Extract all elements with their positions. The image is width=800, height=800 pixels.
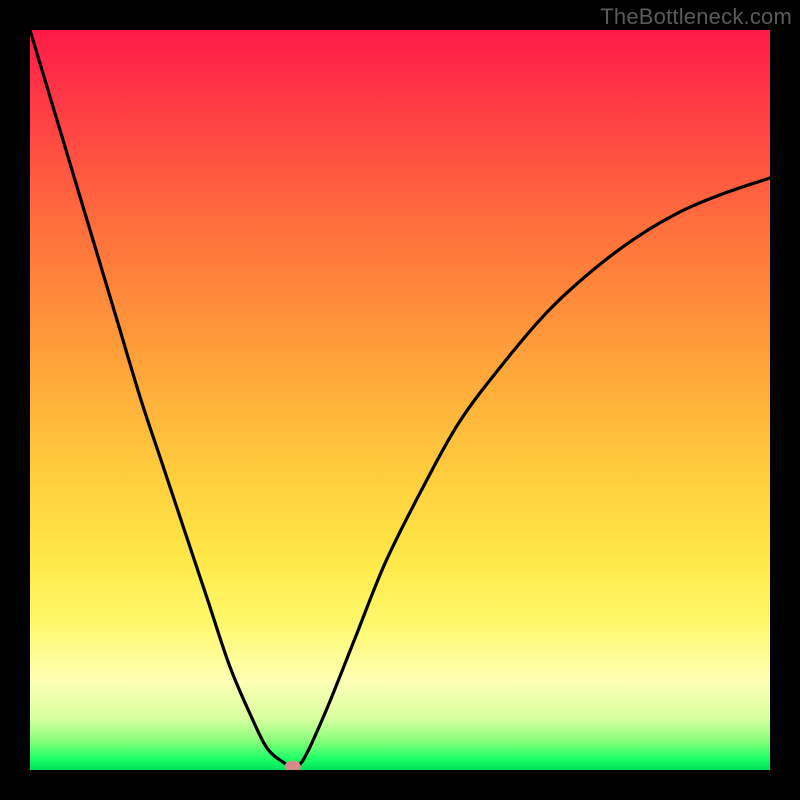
bottleneck-curve-path bbox=[30, 30, 770, 766]
minimum-marker bbox=[285, 761, 301, 770]
watermark-text: TheBottleneck.com bbox=[600, 4, 792, 30]
chart-frame: TheBottleneck.com bbox=[0, 0, 800, 800]
curve-svg bbox=[30, 30, 770, 770]
plot-area bbox=[30, 30, 770, 770]
